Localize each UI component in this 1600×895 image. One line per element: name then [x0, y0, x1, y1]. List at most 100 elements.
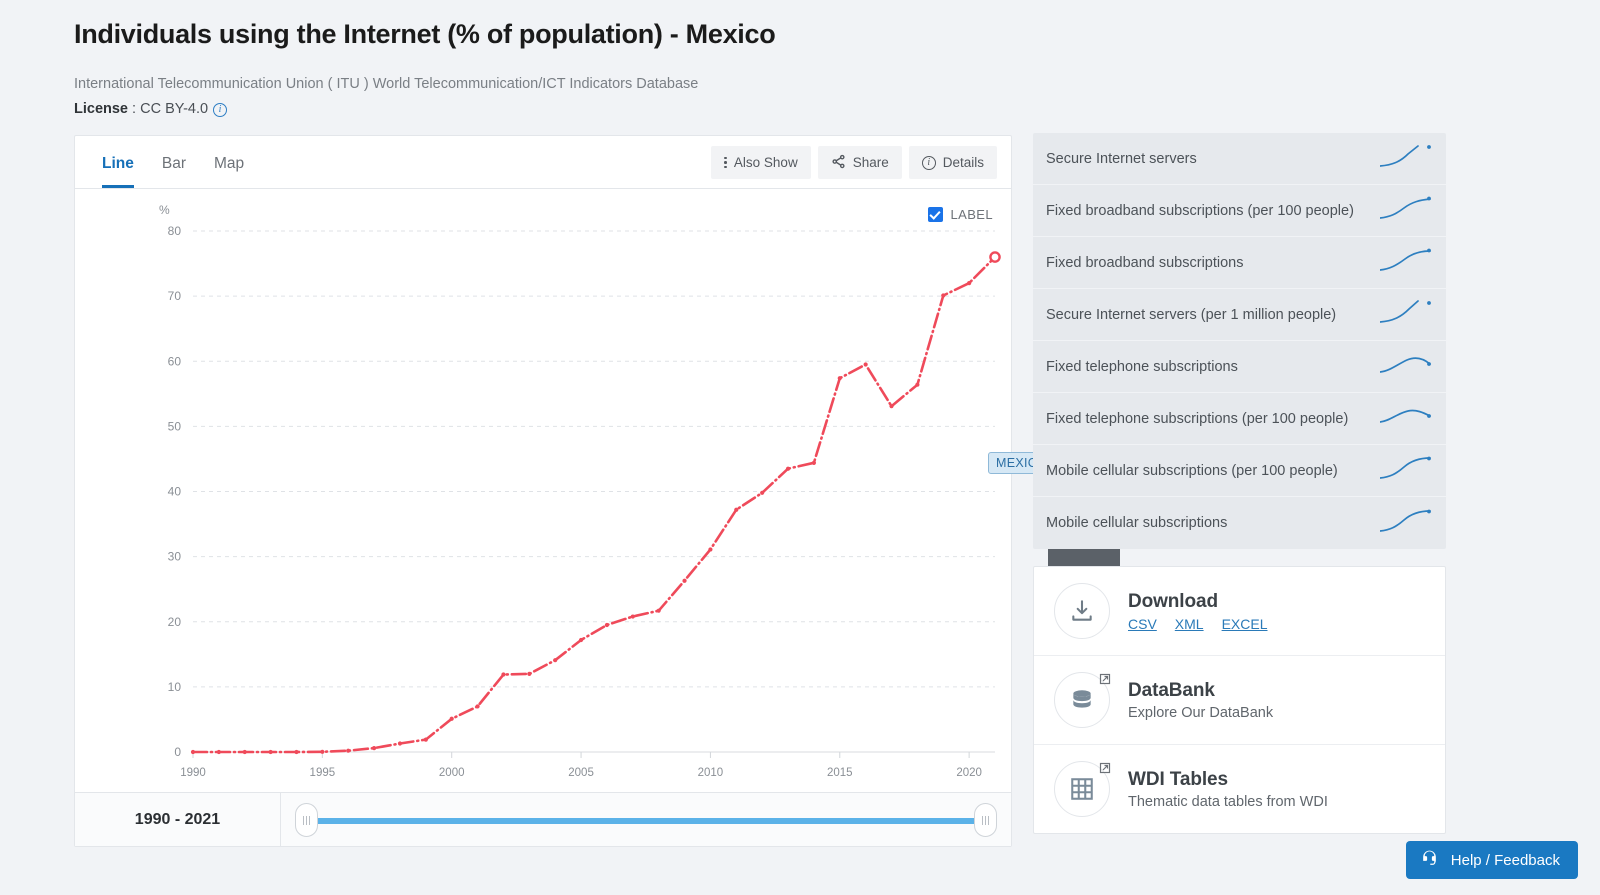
page-header: Individuals using the Internet (% of pop… [0, 0, 1600, 117]
data-source-text: International Telecommunication Union ( … [74, 76, 699, 92]
indicator-item[interactable]: Mobile cellular subscriptions (per 100 p… [1033, 445, 1446, 497]
indicator-item[interactable]: Fixed broadband subscriptions [1033, 237, 1446, 289]
x-tick-label: 2000 [439, 767, 465, 779]
indicator-item[interactable]: Fixed telephone subscriptions [1033, 341, 1446, 393]
table-grid-icon [1071, 778, 1093, 800]
data-point[interactable] [320, 749, 325, 754]
data-point[interactable] [837, 376, 842, 381]
data-point[interactable] [242, 749, 247, 755]
wdi-text-block: WDI Tables Thematic data tables from WDI [1128, 769, 1328, 810]
download-xml-link[interactable]: XML [1175, 616, 1204, 632]
indicator-item[interactable]: Secure Internet servers (per 1 million p… [1033, 289, 1446, 341]
databank-text-block: DataBank Explore Our DataBank [1128, 680, 1273, 721]
data-point[interactable] [294, 749, 299, 755]
license-line: License : CC BY-4.0 i [74, 101, 1600, 117]
y-axis-tick-labels: 80 70 60 50 40 30 20 10 0 [168, 224, 182, 759]
data-point[interactable] [190, 749, 196, 755]
related-indicators-panel: Secure Internet servers Fixed broadband s… [1033, 133, 1446, 549]
data-point[interactable] [216, 749, 221, 755]
wdi-title: WDI Tables [1128, 768, 1228, 790]
indicator-label: Fixed broadband subscriptions [1046, 254, 1244, 271]
external-link-icon [1099, 672, 1111, 685]
data-point[interactable] [371, 745, 377, 751]
tab-bar[interactable]: Bar [162, 136, 186, 188]
data-point[interactable] [734, 507, 739, 512]
details-button[interactable]: i Details [908, 146, 997, 179]
help-feedback-button[interactable]: Help / Feedback [1405, 841, 1578, 879]
data-point[interactable] [967, 281, 972, 286]
data-point[interactable] [785, 466, 791, 471]
data-point[interactable] [708, 547, 713, 552]
data-point[interactable] [889, 404, 894, 409]
indicator-label: Fixed broadband subscriptions (per 100 p… [1046, 202, 1354, 219]
data-point[interactable] [553, 658, 558, 663]
data-point[interactable] [475, 704, 480, 709]
vertical-dots-icon [724, 156, 727, 169]
data-point[interactable] [811, 460, 817, 465]
data-point[interactable] [915, 382, 920, 387]
indicator-item[interactable]: Secure Internet servers [1033, 133, 1446, 185]
data-point[interactable] [604, 622, 610, 628]
slider-track[interactable] [308, 818, 984, 824]
databank-title: DataBank [1128, 679, 1215, 701]
x-axis-tick-labels: 1990 1995 2000 2005 2010 2015 2020 [180, 767, 982, 779]
data-point[interactable] [578, 637, 584, 643]
chart-card: Line Bar Map Also Show Share i Details %… [74, 135, 1120, 847]
data-point[interactable] [268, 749, 273, 755]
indicator-label: Fixed telephone subscriptions (per 100 p… [1046, 410, 1349, 427]
data-point[interactable] [941, 293, 946, 298]
last-point-marker [989, 251, 1001, 263]
details-label: Details [942, 155, 984, 170]
time-range-label: 1990 - 2021 [75, 793, 281, 846]
data-point[interactable] [863, 362, 868, 367]
share-button[interactable]: Share [817, 146, 902, 179]
data-point[interactable] [423, 737, 428, 742]
indicator-label: Mobile cellular subscriptions (per 100 p… [1046, 462, 1338, 479]
sparkline-icon [1379, 404, 1432, 433]
sparkline-icon [1379, 456, 1432, 485]
also-show-button[interactable]: Also Show [711, 146, 811, 179]
indicator-item[interactable]: Mobile cellular subscriptions [1033, 497, 1446, 549]
data-point[interactable] [397, 741, 403, 746]
wdi-subtitle: Thematic data tables from WDI [1128, 793, 1328, 810]
databank-row[interactable]: DataBank Explore Our DataBank [1034, 656, 1445, 745]
indicator-item[interactable]: Fixed telephone subscriptions (per 100 p… [1033, 393, 1446, 445]
wdi-icon-circle [1054, 761, 1111, 817]
plot-area: % LABEL 80 70 60 50 40 30 20 10 0 1990 1995 2000 20… [75, 189, 1120, 793]
resources-panel: Download CSV XML EXCEL DataBank Explore … [1033, 566, 1446, 834]
page-title: Individuals using the Internet (% of pop… [74, 19, 776, 49]
data-point[interactable] [449, 716, 454, 721]
indicator-label: Secure Internet servers (per 1 million p… [1046, 306, 1337, 323]
data-point[interactable] [760, 490, 765, 495]
data-point[interactable] [656, 608, 661, 613]
x-tick-label: 1995 [310, 767, 336, 779]
databank-icon-circle [1054, 672, 1111, 728]
download-row[interactable]: Download CSV XML EXCEL [1034, 567, 1445, 656]
data-point[interactable] [630, 614, 635, 619]
slider-handle-end[interactable] [974, 803, 997, 837]
also-show-label: Also Show [733, 155, 798, 170]
series-line-mexico [191, 255, 997, 754]
y-tick-label: 80 [168, 224, 182, 238]
indicator-item[interactable]: Fixed broadband subscriptions (per 100 p… [1033, 185, 1446, 237]
data-point[interactable] [527, 671, 532, 676]
sparkline-icon [1379, 352, 1432, 381]
data-point[interactable] [346, 748, 351, 753]
download-csv-link[interactable]: CSV [1128, 616, 1157, 632]
y-tick-label: 60 [168, 354, 182, 368]
share-icon [831, 154, 846, 172]
license-info-icon[interactable]: i [213, 103, 228, 117]
x-tick-label: 2015 [827, 767, 853, 779]
download-excel-link[interactable]: EXCEL [1222, 616, 1268, 632]
data-point[interactable] [501, 672, 506, 677]
tab-map[interactable]: Map [214, 136, 244, 188]
x-tick-label: 2010 [698, 767, 724, 779]
wdi-tables-row[interactable]: WDI Tables Thematic data tables from WDI [1034, 745, 1445, 833]
license-label: License [74, 101, 128, 117]
databank-subtitle: Explore Our DataBank [1128, 704, 1274, 721]
slider-track-wrapper[interactable] [281, 793, 1011, 846]
data-point[interactable] [682, 578, 687, 583]
slider-handle-start[interactable] [295, 803, 318, 837]
x-tick-label: 2020 [956, 767, 982, 779]
tab-line[interactable]: Line [102, 136, 134, 188]
